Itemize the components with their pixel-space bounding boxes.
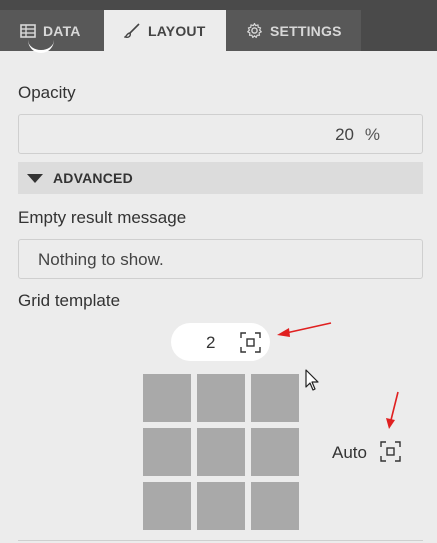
divider (18, 540, 423, 541)
annotation-arrows (277, 322, 399, 429)
